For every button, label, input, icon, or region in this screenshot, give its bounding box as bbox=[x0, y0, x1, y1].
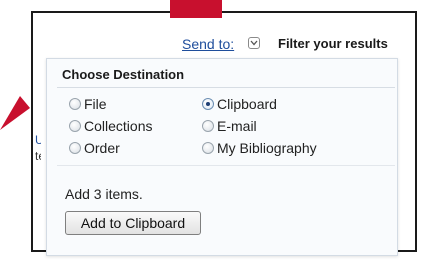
background-text-fragment: te bbox=[35, 149, 41, 162]
annotation-arrow-left bbox=[0, 96, 30, 130]
chevron-down-icon[interactable] bbox=[248, 37, 260, 49]
destination-option-file[interactable]: File bbox=[69, 96, 107, 112]
divider bbox=[57, 87, 395, 88]
radio-email[interactable] bbox=[202, 120, 214, 132]
destination-option-email[interactable]: E-mail bbox=[202, 118, 257, 134]
items-count-text: Add 3 items. bbox=[65, 186, 143, 202]
option-label: Order bbox=[84, 140, 120, 156]
destination-option-order[interactable]: Order bbox=[69, 140, 120, 156]
option-label: File bbox=[84, 96, 107, 112]
annotation-arrow-top bbox=[170, 0, 222, 18]
destination-option-clipboard[interactable]: Clipboard bbox=[202, 96, 277, 112]
option-label: Clipboard bbox=[217, 96, 277, 112]
panel-title: Choose Destination bbox=[62, 67, 185, 82]
radio-order[interactable] bbox=[69, 142, 81, 154]
radio-my-bibliography[interactable] bbox=[202, 142, 214, 154]
destination-option-my-bibliography[interactable]: My Bibliography bbox=[202, 140, 317, 156]
background-link-fragment: U bbox=[35, 133, 41, 146]
radio-file[interactable] bbox=[69, 98, 81, 110]
destination-option-collections[interactable]: Collections bbox=[69, 118, 152, 134]
filter-results-heading: Filter your results bbox=[278, 36, 388, 51]
option-label: Collections bbox=[84, 118, 153, 134]
option-label: E-mail bbox=[217, 118, 257, 134]
choose-destination-panel: Choose Destination File Collections Orde… bbox=[46, 58, 398, 256]
option-label: My Bibliography bbox=[217, 140, 317, 156]
add-to-clipboard-button[interactable]: Add to Clipboard bbox=[65, 211, 201, 235]
radio-clipboard[interactable] bbox=[202, 98, 214, 110]
divider bbox=[57, 165, 395, 166]
radio-collections[interactable] bbox=[69, 120, 81, 132]
send-to-link[interactable]: Send to: bbox=[182, 36, 234, 52]
